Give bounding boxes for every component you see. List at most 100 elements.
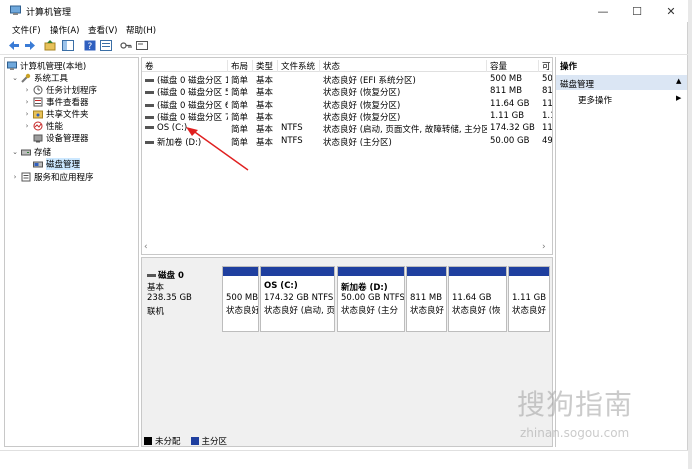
column-header-filesystem[interactable]: 文件系统 bbox=[278, 60, 320, 72]
chevron-down-icon[interactable]: ⌄ bbox=[11, 148, 19, 156]
minimize-button[interactable]: — bbox=[588, 0, 618, 22]
tree-item-shared-folders[interactable]: › 共享文件夹 bbox=[23, 108, 89, 120]
tree-item-storage[interactable]: ⌄ 存储 bbox=[11, 146, 51, 158]
volume-row[interactable]: (磁盘 0 磁盘分区 6) 简单 基本 状态良好 (恢复分区) 11.64 GB 11 bbox=[142, 98, 552, 111]
tree-item-services-apps[interactable]: › 服务和应用程序 bbox=[11, 171, 94, 183]
partition-line3: 状态良好 bbox=[410, 306, 445, 316]
tree-item-performance[interactable]: › 性能 bbox=[23, 120, 63, 132]
tree-item-device-manager[interactable]: 设备管理器 bbox=[33, 132, 89, 144]
partition-line1: 新加卷 (D:) bbox=[341, 283, 388, 293]
chevron-right-icon[interactable]: › bbox=[11, 173, 19, 181]
close-button[interactable]: ✕ bbox=[656, 0, 686, 22]
up-folder-icon[interactable] bbox=[44, 40, 56, 51]
volume-cell-status: 状态良好 (启动, 页面文件, 故障转储, 主分区) bbox=[323, 125, 487, 136]
menu-file[interactable]: 文件(F) bbox=[12, 24, 41, 36]
scroll-right-icon[interactable]: › bbox=[542, 242, 546, 252]
tree-item-system-tools[interactable]: ⌄ 系统工具 bbox=[11, 72, 68, 84]
column-header-layout[interactable]: 布局 bbox=[228, 60, 253, 72]
legend: 未分配 主分区 bbox=[144, 435, 227, 447]
partition-line1: OS (C:) bbox=[264, 281, 298, 291]
back-icon[interactable] bbox=[8, 40, 20, 51]
column-header-status[interactable]: 状态 bbox=[320, 60, 487, 72]
partition-block[interactable]: 新加卷 (D:) 50.00 GB NTFS 状态良好 (主分 bbox=[337, 266, 405, 332]
partition-line2: 11.64 GB bbox=[452, 293, 492, 303]
clock-icon bbox=[33, 85, 43, 95]
partition-line2: 500 MB bbox=[226, 293, 259, 303]
scroll-left-icon[interactable]: ‹ bbox=[144, 242, 148, 252]
partition-type-bar bbox=[261, 267, 334, 276]
disk-kind: 基本 bbox=[147, 283, 165, 293]
partition-line3: 状态良好 (主分 bbox=[341, 306, 399, 316]
chevron-right-icon[interactable]: › bbox=[23, 122, 31, 130]
menu-help[interactable]: 帮助(H) bbox=[126, 24, 156, 36]
disk-0-label[interactable]: 磁盘 0 基本 238.35 GB 联机 bbox=[143, 263, 219, 335]
volume-cell-free: 81 bbox=[542, 86, 553, 97]
help-icon[interactable]: ? bbox=[84, 40, 96, 51]
collapse-icon[interactable]: ▲ bbox=[676, 77, 681, 85]
chevron-right-icon[interactable]: › bbox=[23, 98, 31, 106]
legend-unallocated-label: 未分配 bbox=[155, 437, 181, 447]
volume-cell-fs: NTFS bbox=[281, 135, 303, 146]
menu-action[interactable]: 操作(A) bbox=[50, 24, 79, 36]
volume-cell-capacity: 500 MB bbox=[490, 74, 523, 84]
shared-folder-icon bbox=[33, 110, 43, 119]
partition-line2: 174.32 GB NTFS bbox=[264, 293, 334, 303]
column-header-volume[interactable]: 卷 bbox=[142, 60, 228, 72]
disk-name: 磁盘 0 bbox=[158, 271, 184, 281]
horizontal-scrollbar[interactable]: ‹ › bbox=[142, 242, 552, 254]
show-tree-icon[interactable] bbox=[62, 40, 74, 51]
volume-row[interactable]: (磁盘 0 磁盘分区 7)简单基本 状态良好 (恢复分区) 1.11 GB 1.1 bbox=[142, 110, 552, 123]
volume-cell-free: 1.1 bbox=[542, 110, 552, 121]
actions-header: 操作 bbox=[560, 62, 578, 72]
tree-label-task-scheduler: 任务计划程序 bbox=[46, 86, 98, 96]
menu-view[interactable]: 查看(V) bbox=[88, 24, 117, 36]
volume-cell-layout: 简单 bbox=[231, 88, 249, 99]
forward-icon[interactable] bbox=[24, 40, 36, 51]
partition-block[interactable]: 11.64 GB 状态良好 (恢 bbox=[448, 266, 507, 332]
partition-block[interactable]: OS (C:) 174.32 GB NTFS 状态良好 (启动, 页 bbox=[260, 266, 335, 332]
tree-item-task-scheduler[interactable]: › 任务计划程序 bbox=[23, 84, 97, 96]
disk-icon bbox=[147, 273, 156, 277]
chevron-right-icon[interactable]: › bbox=[23, 110, 31, 118]
column-header-free[interactable]: 可 bbox=[539, 60, 552, 72]
partition-block[interactable]: 811 MB 状态良好 bbox=[406, 266, 447, 332]
chevron-right-icon[interactable]: › bbox=[23, 86, 31, 94]
computer-management-icon bbox=[10, 5, 21, 15]
volume-row[interactable]: (磁盘 0 磁盘分区 1) 简单 基本 状态良好 (EFI 系统分区) 500 MB 50 bbox=[142, 73, 552, 86]
partition-block[interactable]: 1.11 GB 状态良好 bbox=[508, 266, 550, 332]
console-icon[interactable] bbox=[136, 40, 148, 51]
svg-text:?: ? bbox=[88, 42, 93, 51]
volume-cell-status: 状态良好 (恢复分区) bbox=[323, 100, 401, 111]
partition-block[interactable]: 500 MB 状态良好 bbox=[222, 266, 259, 332]
legend-unallocated-swatch bbox=[144, 437, 152, 445]
navigation-tree: 计算机管理(本地) ⌄ 系统工具 › 任务计划程序 › 事件查看器 › 共享文件… bbox=[4, 57, 139, 447]
more-actions-item[interactable]: 更多操作 bbox=[578, 94, 612, 106]
partition-type-bar bbox=[223, 267, 258, 276]
maximize-button[interactable]: ☐ bbox=[622, 0, 652, 22]
tree-label-disk-management: 磁盘管理 bbox=[46, 158, 81, 170]
disk-map: 磁盘 0 基本 238.35 GB 联机 500 MB 状态良好 OS (C:) 17… bbox=[141, 257, 553, 447]
chevron-down-icon[interactable]: ⌄ bbox=[11, 74, 19, 82]
more-actions-arrow-icon[interactable]: ▶ bbox=[676, 94, 681, 102]
volume-cell-name: (磁盘 0 磁盘分区 6) bbox=[142, 99, 228, 111]
volume-cell-capacity: 50.00 GB bbox=[490, 135, 530, 146]
tree-item-root[interactable]: 计算机管理(本地) bbox=[7, 60, 86, 72]
volume-row[interactable]: (磁盘 0 磁盘分区 5) 简单 基本 状态良好 (恢复分区) 811 MB 81 bbox=[142, 85, 553, 99]
volume-cell-status: 状态良好 (主分区) bbox=[323, 137, 392, 148]
partition-type-bar bbox=[449, 267, 506, 276]
close-icon: ✕ bbox=[666, 4, 676, 18]
actions-section-disk-management[interactable]: 磁盘管理 ▲ bbox=[556, 75, 687, 90]
tree-item-event-viewer[interactable]: › 事件查看器 bbox=[23, 96, 89, 108]
performance-icon bbox=[33, 121, 43, 131]
column-header-type[interactable]: 类型 bbox=[253, 60, 278, 72]
storage-icon bbox=[21, 149, 31, 156]
watermark-brand: 搜狗指南 bbox=[517, 388, 634, 421]
tree-item-disk-management[interactable]: 磁盘管理 bbox=[33, 158, 81, 170]
column-header-capacity[interactable]: 容量 bbox=[487, 60, 539, 72]
key-icon[interactable] bbox=[120, 40, 132, 51]
more-actions-label: 更多操作 bbox=[578, 96, 613, 106]
volume-cell-status: 状态良好 (恢复分区) bbox=[323, 112, 401, 123]
partition-line2: 50.00 GB NTFS bbox=[341, 293, 405, 303]
properties-icon[interactable] bbox=[100, 40, 112, 51]
partition-type-bar bbox=[407, 267, 446, 276]
